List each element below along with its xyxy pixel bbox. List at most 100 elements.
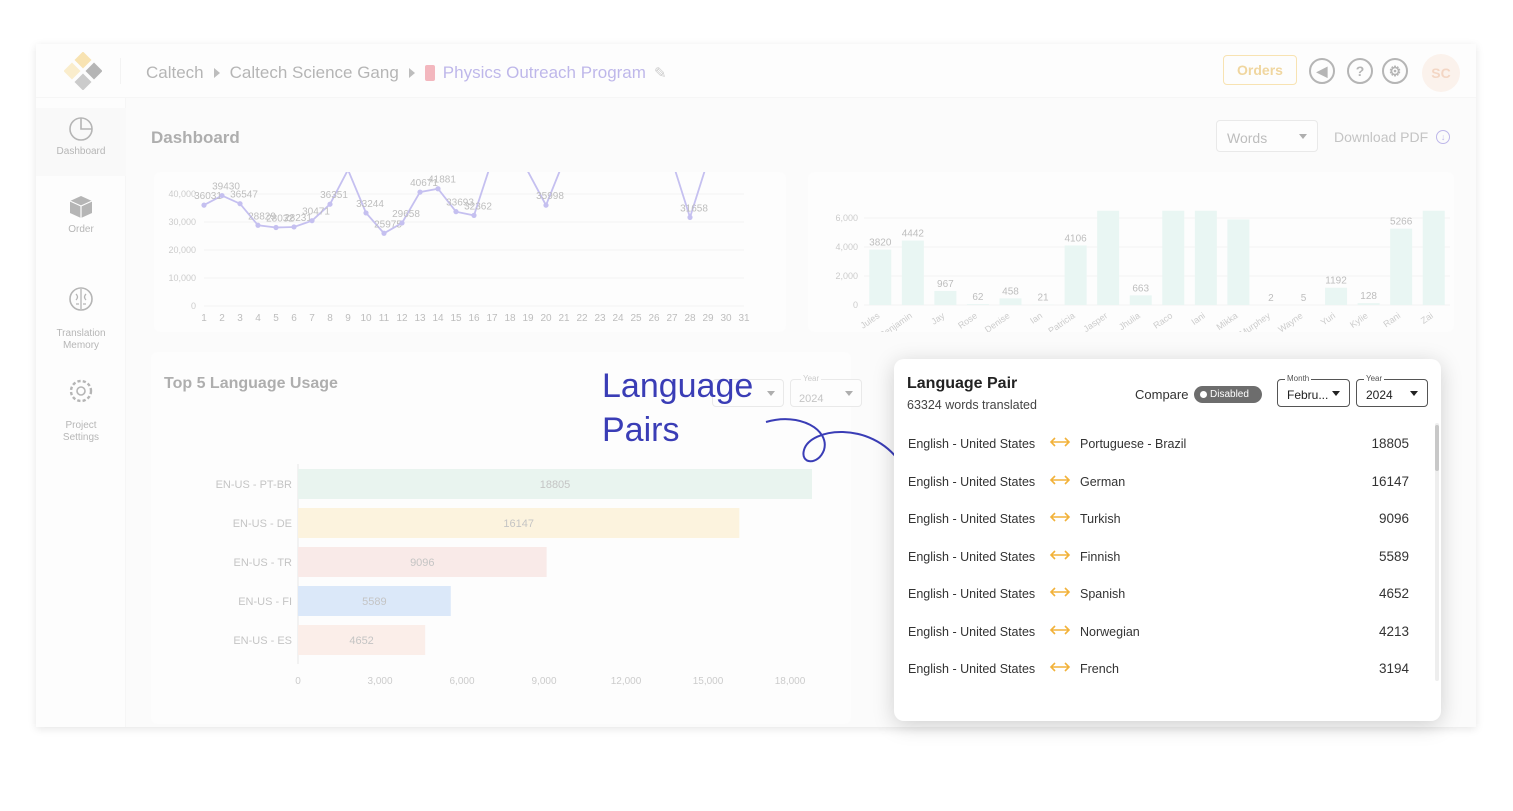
annotation-curved-arrow-icon <box>765 418 906 470</box>
line-chart-data-label: 29658 <box>392 209 420 220</box>
compare-label: Compare <box>1135 387 1189 402</box>
project-flag-icon <box>424 65 435 81</box>
pair-word-count: 3194 <box>1378 661 1409 676</box>
line-chart-data-label: 36351 <box>320 190 348 201</box>
top5-year-select[interactable]: Year 2024 <box>790 374 862 407</box>
bar-chart-category-label: Yuri <box>1319 310 1337 327</box>
line-chart-point <box>327 201 333 207</box>
bar-chart-bar <box>901 240 924 305</box>
line-chart-x-tick: 17 <box>486 313 498 324</box>
member-words-bar-chart-card: 0 2,000 4,000 6,000 3820 Jules 4442 Benjamin 967… <box>808 172 1454 340</box>
pair-source: English - United States <box>908 587 1036 601</box>
box-icon <box>69 196 93 218</box>
swap-arrows-icon <box>1049 512 1071 522</box>
line-chart-x-tick: 27 <box>666 313 678 324</box>
language-pair-row: English - United States Norwegian 4213 <box>894 609 1441 647</box>
bar-chart-bar <box>1390 228 1413 305</box>
line-chart-x-tick: 29 <box>702 313 714 324</box>
hbar-chart-category-label: EN-US - FI <box>238 596 292 608</box>
breadcrumb-project[interactable]: Physics Outreach Program ✎ <box>424 63 667 83</box>
bar-chart-category-label: Jay <box>929 310 947 327</box>
pair-target: Spanish <box>1080 587 1126 601</box>
line-chart-y-tick: 0 <box>191 301 196 311</box>
breadcrumb-org[interactable]: Caltech <box>146 63 204 83</box>
pair-word-count: 9096 <box>1378 511 1409 526</box>
download-icon: ↓ <box>1436 130 1451 144</box>
sidebar-item-translation-memory[interactable]: Translation Memory <box>36 274 126 352</box>
sidebar: Dashboard Order Translation Memory Proje… <box>36 98 126 727</box>
project-name: Physics Outreach Program <box>442 63 646 82</box>
line-chart-x-tick: 16 <box>468 313 480 324</box>
sidebar-item-project-settings[interactable]: Project Settings <box>36 366 126 444</box>
pair-target: Portuguese - Brazil <box>1080 437 1187 451</box>
bar-chart-bar <box>1325 287 1348 305</box>
year-select[interactable]: Year 2024 <box>1356 374 1428 407</box>
bar-chart-bar <box>1097 210 1120 305</box>
hbar-chart-x-tick: 15,000 <box>693 676 724 687</box>
breadcrumb-team[interactable]: Caltech Science Gang <box>230 63 399 83</box>
line-chart-data-label: 30471 <box>302 207 330 218</box>
popup-scrollbar-thumb[interactable] <box>1435 425 1439 471</box>
megaphone-icon[interactable]: ◀ <box>1309 58 1335 84</box>
bar-chart-data-label: 2 <box>1268 293 1274 304</box>
line-chart-x-tick: 3 <box>237 313 243 324</box>
month-select-value: Febru... <box>1287 388 1329 402</box>
top-bar: Caltech Caltech Science Gang Physics Out… <box>36 44 1476 98</box>
line-chart-point <box>201 202 207 208</box>
unit-select[interactable]: Words <box>1216 120 1318 152</box>
line-chart-point <box>237 201 243 207</box>
bar-chart-data-label: 128 <box>1360 291 1377 302</box>
user-avatar[interactable]: SC <box>1422 54 1460 92</box>
pair-word-count: 16147 <box>1371 473 1409 489</box>
sidebar-item-dashboard[interactable]: Dashboard <box>36 108 126 176</box>
pair-word-count: 18805 <box>1371 436 1409 451</box>
sidebar-item-order[interactable]: Order <box>36 194 126 235</box>
member-words-bar-chart: 0 2,000 4,000 6,000 3820 Jules 4442 Benjamin 967… <box>835 210 1450 340</box>
line-chart-data-label: 36547 <box>230 190 258 201</box>
pair-target: French <box>1080 662 1119 676</box>
line-chart-data-label: 25975 <box>374 219 402 230</box>
line-chart-x-tick: 24 <box>612 313 624 324</box>
settings-gear-icon[interactable]: ⚙ <box>1382 58 1408 84</box>
line-chart-x-tick: 28 <box>684 313 696 324</box>
line-chart-x-tick: 7 <box>309 313 315 324</box>
bar-chart-bar <box>966 304 989 305</box>
popup-scrollbar[interactable] <box>1435 423 1439 681</box>
month-select[interactable]: Month Febru... <box>1277 374 1350 407</box>
line-chart-x-tick: 8 <box>327 313 333 324</box>
bar-chart-category-label: Jasper <box>1081 310 1109 332</box>
screenshot-stage: Caltech Caltech Science Gang Physics Out… <box>0 0 1513 811</box>
line-chart-point <box>471 212 477 218</box>
compare-toggle[interactable]: Disabled <box>1194 386 1262 403</box>
bar-chart-category-label: Murphey <box>1238 310 1273 332</box>
orders-button[interactable]: Orders <box>1223 55 1297 85</box>
page-title: Dashboard <box>151 128 240 147</box>
bar-chart-y-tick: 4,000 <box>835 242 858 252</box>
pair-word-count: 4652 <box>1378 586 1409 601</box>
bar-chart-bar <box>1162 210 1185 305</box>
line-chart-x-tick: 20 <box>540 313 552 324</box>
toggle-knob-icon <box>1200 391 1207 398</box>
hbar-chart-category-label: EN-US - ES <box>233 635 292 647</box>
annotation-label: Language Pairs <box>602 364 753 452</box>
download-pdf-link[interactable]: Download PDF ↓ <box>1334 129 1451 145</box>
popup-subtitle: 63324 words translated <box>907 398 1037 412</box>
line-chart-data-label: 35998 <box>536 191 564 202</box>
chevron-down-icon <box>767 391 775 396</box>
line-chart-x-tick: 12 <box>396 313 408 324</box>
year-select-value: 2024 <box>1366 388 1393 402</box>
pair-source: English - United States <box>908 437 1036 451</box>
hbar-chart-data-label: 9096 <box>410 557 434 569</box>
line-chart-x-tick: 11 <box>379 313 390 324</box>
edit-pencil-icon[interactable]: ✎ <box>654 64 667 82</box>
line-chart-point <box>309 218 315 224</box>
help-icon[interactable]: ? <box>1347 58 1373 84</box>
app-logo[interactable] <box>64 52 102 90</box>
bar-chart-category-label: Ian <box>1028 310 1044 325</box>
bar-chart-category-label: Mikka <box>1215 310 1240 332</box>
swap-arrows-icon <box>1049 624 1071 635</box>
bar-chart-data-label: 4442 <box>902 229 925 240</box>
line-chart-y-tick: 10,000 <box>168 273 196 283</box>
line-chart-data-label: 41881 <box>428 175 456 186</box>
line-chart-data-label: 33244 <box>356 199 384 210</box>
